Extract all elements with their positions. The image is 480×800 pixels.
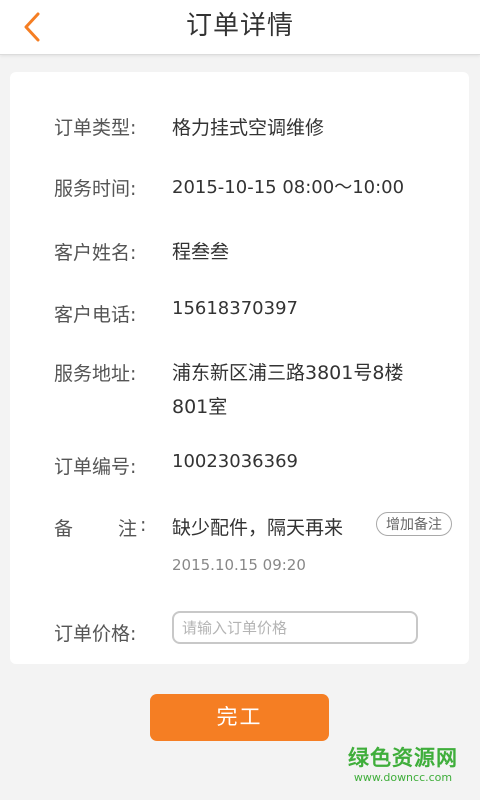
- service-address-line1: 浦东新区浦三路3801号8楼: [172, 362, 404, 384]
- customer-phone-value[interactable]: 15618370397: [172, 298, 298, 319]
- page-title: 订单详情: [185, 11, 294, 41]
- watermark-logo-text: 绿色资源网: [348, 746, 458, 770]
- add-remark-button[interactable]: 增加备注: [376, 512, 452, 536]
- service-time-value: 2015-10-15 08:00～10:00: [172, 177, 405, 198]
- remark-label-char1: 备: [54, 518, 74, 540]
- remark-timestamp: 2015.10.15 09:20: [172, 556, 306, 574]
- order-price-label: 订单价格:: [54, 623, 137, 645]
- order-type-label: 订单类型:: [54, 117, 137, 139]
- site-watermark: 绿色资源网 www.downcc.com: [344, 745, 462, 784]
- service-address-label: 服务地址:: [54, 363, 137, 385]
- order-price-input[interactable]: [172, 611, 418, 644]
- remark-label-colon: :: [140, 514, 147, 536]
- complete-button[interactable]: 完工: [150, 694, 329, 741]
- customer-name-label: 客户姓名:: [54, 242, 137, 264]
- service-time-label: 服务时间:: [54, 178, 137, 200]
- remark-label-char2: 注: [118, 518, 138, 540]
- watermark-url: www.downcc.com: [353, 771, 453, 784]
- order-number-value: 10023036369: [172, 451, 298, 472]
- customer-name-value: 程叁叁: [172, 241, 230, 263]
- app-header: 订单详情: [0, 0, 480, 55]
- order-type-value: 格力挂式空调维修: [172, 117, 325, 139]
- service-address-line2: 801室: [172, 396, 228, 418]
- order-number-label: 订单编号:: [54, 456, 137, 478]
- customer-phone-label: 客户电话:: [54, 304, 137, 326]
- remark-value: 缺少配件，隔天再来: [172, 517, 344, 539]
